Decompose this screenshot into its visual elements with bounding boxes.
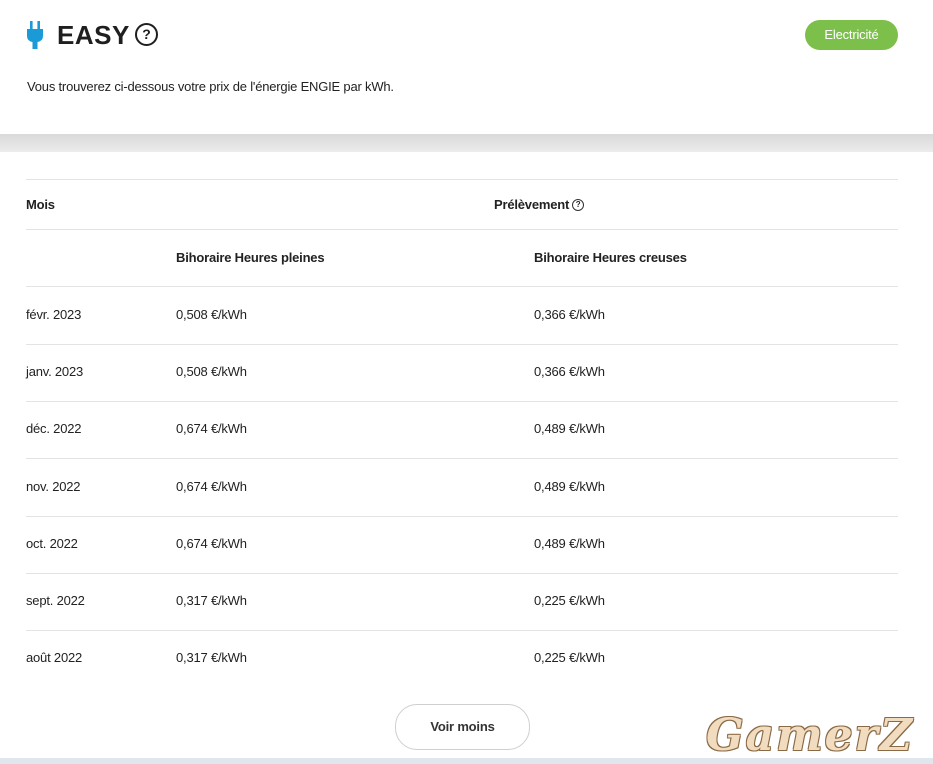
page-title: EASY bbox=[57, 20, 130, 50]
month-cell: oct. 2022 bbox=[26, 536, 78, 551]
table-divider bbox=[26, 179, 898, 180]
help-icon[interactable]: ? bbox=[572, 198, 585, 211]
table-row: févr. 2023 0,508 €/kWh 0,366 €/kWh bbox=[26, 287, 898, 345]
subheader-off-peak-hours: Bihoraire Heures creuses bbox=[534, 250, 687, 265]
offer-header: EASY ? Electricité Vous trouverez ci-des… bbox=[0, 0, 933, 134]
month-cell: déc. 2022 bbox=[26, 421, 82, 436]
table-row: nov. 2022 0,674 €/kWh 0,489 €/kWh bbox=[26, 459, 898, 517]
table-row: oct. 2022 0,674 €/kWh 0,489 €/kWh bbox=[26, 516, 898, 574]
column-header-prelevement-label: Prélèvement bbox=[494, 197, 570, 212]
table-row: sept. 2022 0,317 €/kWh 0,225 €/kWh bbox=[26, 573, 898, 631]
month-cell: nov. 2022 bbox=[26, 479, 81, 494]
show-less-button[interactable]: Voir moins bbox=[395, 704, 530, 750]
month-cell: août 2022 bbox=[26, 650, 83, 665]
off-peak-price-cell: 0,489 €/kWh bbox=[534, 536, 605, 551]
full-hours-price-cell: 0,674 €/kWh bbox=[176, 421, 247, 436]
full-hours-price-cell: 0,317 €/kWh bbox=[176, 650, 247, 665]
full-hours-price-cell: 0,674 €/kWh bbox=[176, 536, 247, 551]
section-divider bbox=[0, 134, 933, 152]
plug-icon bbox=[27, 21, 43, 49]
full-hours-price-cell: 0,508 €/kWh bbox=[176, 364, 247, 379]
off-peak-price-cell: 0,489 €/kWh bbox=[534, 479, 605, 494]
page-subtitle: Vous trouverez ci-dessous votre prix de … bbox=[27, 79, 394, 94]
table-row: janv. 2023 0,508 €/kWh 0,366 €/kWh bbox=[26, 344, 898, 402]
watermark-logo: GamerZ bbox=[706, 710, 914, 761]
column-header-prelevement: Prélèvement? bbox=[494, 197, 585, 212]
table-divider bbox=[26, 229, 898, 230]
full-hours-price-cell: 0,674 €/kWh bbox=[176, 479, 247, 494]
off-peak-price-cell: 0,225 €/kWh bbox=[534, 650, 605, 665]
off-peak-price-cell: 0,489 €/kWh bbox=[534, 421, 605, 436]
subheader-full-hours: Bihoraire Heures pleines bbox=[176, 250, 325, 265]
full-hours-price-cell: 0,508 €/kWh bbox=[176, 307, 247, 322]
month-cell: sept. 2022 bbox=[26, 593, 85, 608]
page-bottom-strip bbox=[0, 758, 933, 764]
off-peak-price-cell: 0,225 €/kWh bbox=[534, 593, 605, 608]
month-cell: janv. 2023 bbox=[26, 364, 84, 379]
column-header-month: Mois bbox=[26, 197, 55, 212]
energy-type-badge[interactable]: Electricité bbox=[805, 20, 898, 50]
off-peak-price-cell: 0,366 €/kWh bbox=[534, 307, 605, 322]
off-peak-price-cell: 0,366 €/kWh bbox=[534, 364, 605, 379]
table-row: août 2022 0,317 €/kWh 0,225 €/kWh bbox=[26, 630, 898, 687]
help-icon[interactable]: ? bbox=[135, 23, 158, 46]
month-cell: févr. 2023 bbox=[26, 307, 82, 322]
table-row: déc. 2022 0,674 €/kWh 0,489 €/kWh bbox=[26, 401, 898, 459]
full-hours-price-cell: 0,317 €/kWh bbox=[176, 593, 247, 608]
